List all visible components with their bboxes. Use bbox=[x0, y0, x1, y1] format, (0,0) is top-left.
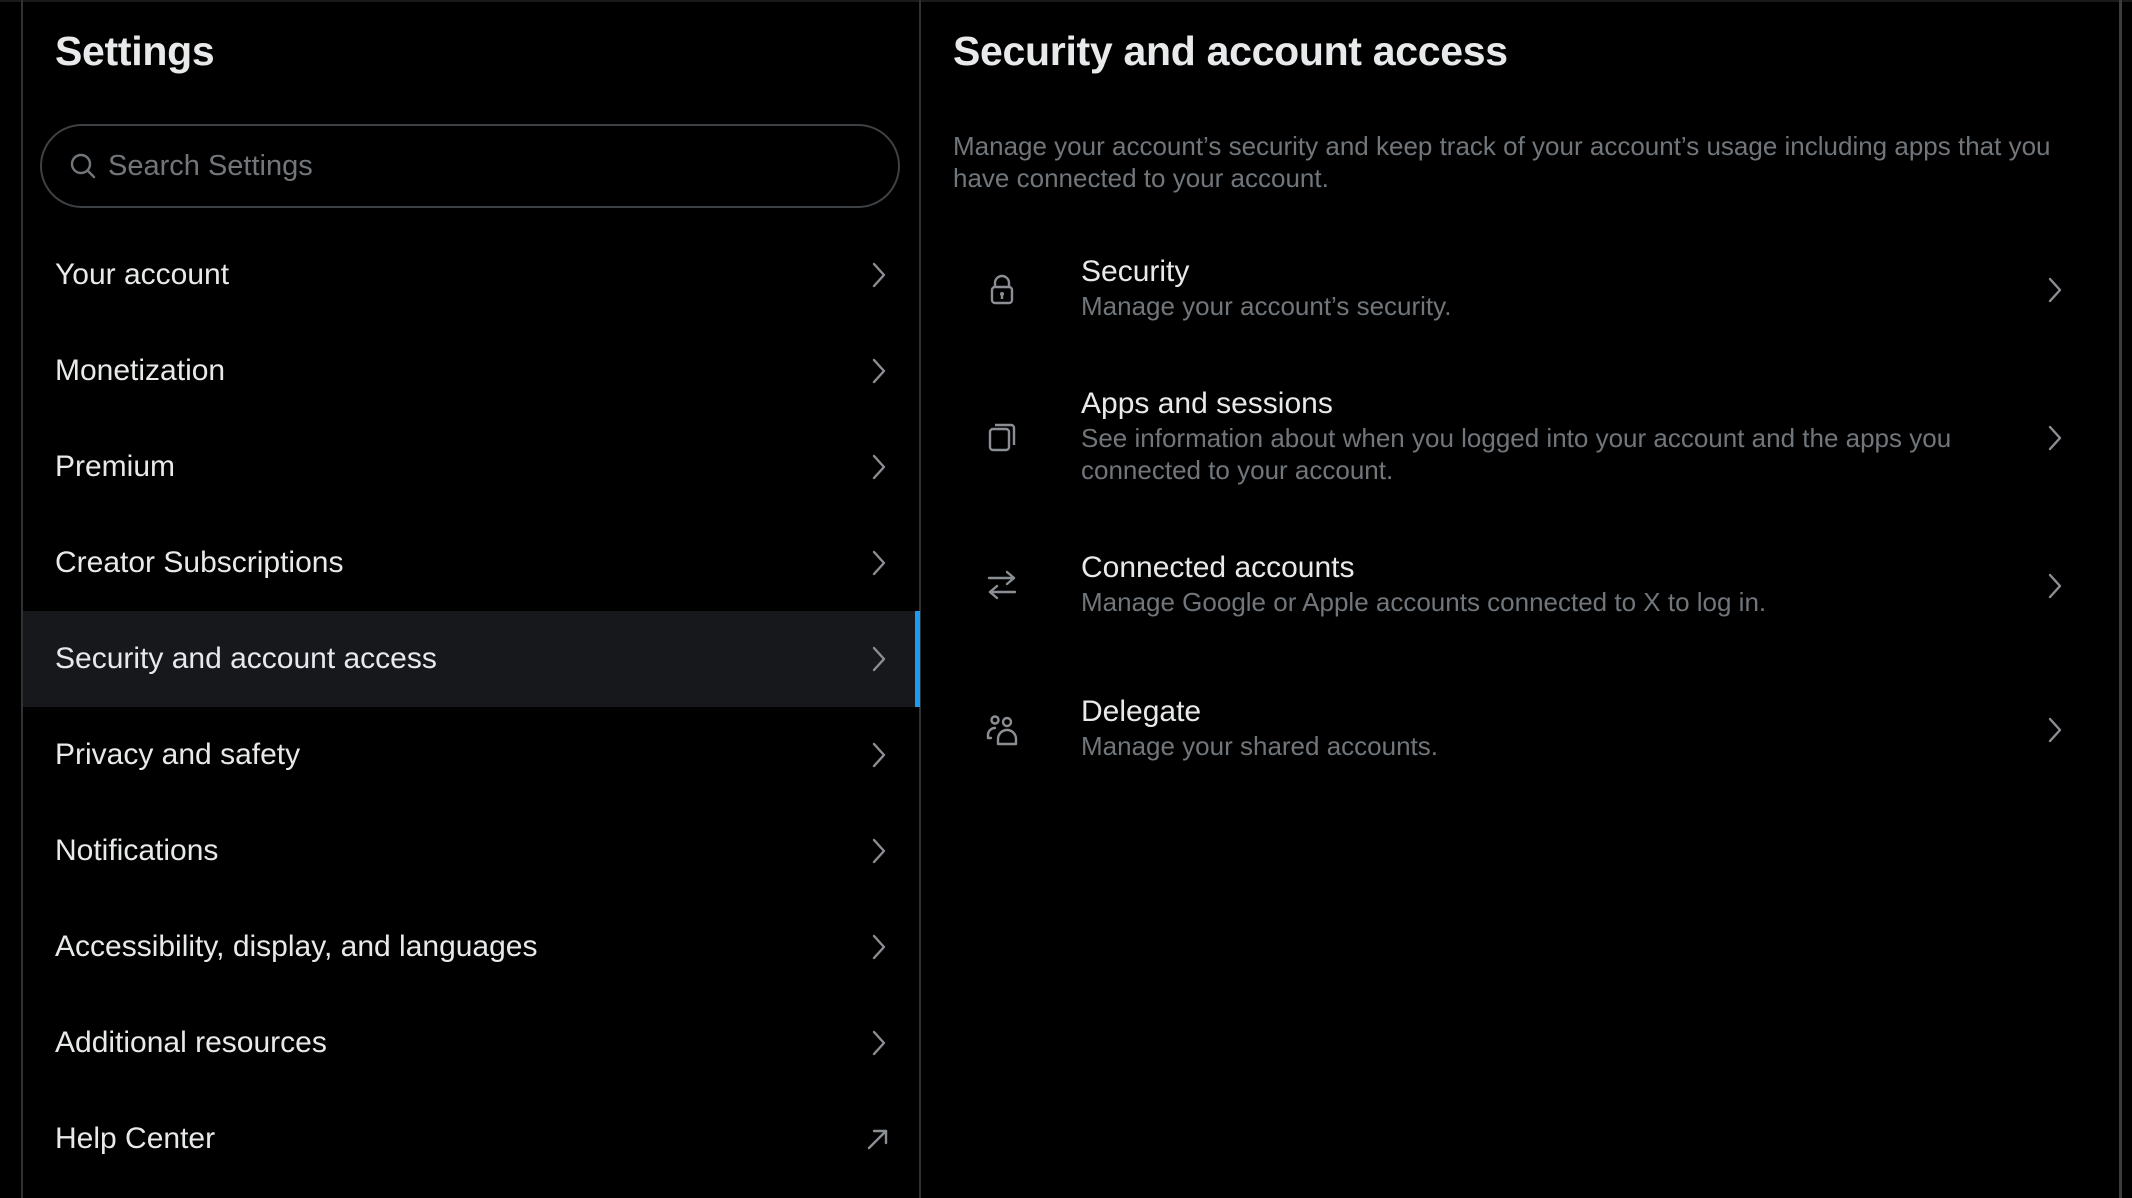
page-description: Manage your account’s security and keep … bbox=[953, 131, 2051, 193]
option-subtitle: Manage your account’s security. bbox=[1081, 291, 1452, 321]
chevron-right-icon bbox=[2048, 573, 2062, 599]
option-security[interactable]: Security Manage your account’s security. bbox=[921, 250, 2119, 330]
chevron-right-icon bbox=[872, 838, 886, 864]
option-title: Security bbox=[1081, 255, 1190, 288]
settings-nav: Your account Monetization Premium Creato… bbox=[23, 227, 920, 1187]
sidebar-item-security-and-account-access[interactable]: Security and account access bbox=[23, 611, 920, 707]
chevron-right-icon bbox=[872, 742, 886, 768]
search-icon bbox=[68, 151, 98, 181]
option-delegate[interactable]: Delegate Manage your shared accounts. bbox=[921, 690, 2119, 770]
chevron-right-icon bbox=[872, 454, 886, 480]
sidebar-item-monetization[interactable]: Monetization bbox=[23, 323, 919, 419]
settings-sidebar: Settings Your account Monetization Premi… bbox=[23, 0, 920, 1198]
sidebar-item-label: Monetization bbox=[55, 354, 226, 387]
chevron-right-icon bbox=[872, 358, 886, 384]
sidebar-item-premium[interactable]: Premium bbox=[23, 419, 919, 515]
chevron-right-icon bbox=[872, 262, 886, 288]
page-title: Security and account access bbox=[953, 28, 1508, 74]
chevron-right-icon bbox=[2048, 425, 2062, 451]
sidebar-title: Settings bbox=[55, 28, 215, 74]
option-title: Apps and sessions bbox=[1081, 387, 1333, 420]
chevron-right-icon bbox=[872, 646, 886, 672]
chevron-right-icon bbox=[872, 550, 886, 576]
sidebar-item-label: Your account bbox=[55, 258, 230, 291]
sidebar-item-label: Notifications bbox=[55, 834, 219, 867]
chevron-right-icon bbox=[2048, 277, 2062, 303]
lock-icon bbox=[990, 274, 1014, 305]
sidebar-item-label: Help Center bbox=[55, 1122, 216, 1155]
chevron-right-icon bbox=[2048, 717, 2062, 743]
people-icon bbox=[986, 715, 1018, 746]
sidebar-item-label: Premium bbox=[55, 450, 176, 483]
option-connected-accounts[interactable]: Connected accounts Manage Google or Appl… bbox=[921, 546, 2119, 626]
sidebar-item-label: Additional resources bbox=[55, 1026, 327, 1059]
sidebar-item-help-center[interactable]: Help Center bbox=[23, 1091, 919, 1187]
sidebar-item-label: Privacy and safety bbox=[55, 738, 301, 771]
search-input[interactable] bbox=[106, 148, 870, 184]
sidebar-item-notifications[interactable]: Notifications bbox=[23, 803, 919, 899]
option-subtitle: Manage Google or Apple accounts connecte… bbox=[1081, 587, 1767, 617]
sidebar-item-label: Accessibility, display, and languages bbox=[55, 930, 538, 963]
sidebar-item-privacy-and-safety[interactable]: Privacy and safety bbox=[23, 707, 919, 803]
sidebar-item-your-account[interactable]: Your account bbox=[23, 227, 919, 323]
search-settings-field[interactable] bbox=[40, 124, 900, 208]
option-title: Connected accounts bbox=[1081, 551, 1355, 584]
chevron-right-icon bbox=[872, 934, 886, 960]
option-subtitle: Manage your shared accounts. bbox=[1081, 731, 1438, 761]
main-panel: Security and account access Manage your … bbox=[921, 0, 2119, 1198]
sidebar-item-label: Creator Subscriptions bbox=[55, 546, 344, 579]
sidebar-item-additional-resources[interactable]: Additional resources bbox=[23, 995, 919, 1091]
external-link-arrow-icon bbox=[867, 1129, 888, 1150]
sidebar-item-accessibility-display-languages[interactable]: Accessibility, display, and languages bbox=[23, 899, 919, 995]
apps-stack-icon bbox=[988, 423, 1016, 452]
right-border bbox=[2119, 0, 2122, 1198]
option-title: Delegate bbox=[1081, 695, 1202, 728]
option-subtitle: See information about when you logged in… bbox=[1081, 423, 1952, 485]
swap-arrows-icon bbox=[987, 570, 1017, 600]
option-apps-and-sessions[interactable]: Apps and sessions See information about … bbox=[921, 382, 2119, 494]
chevron-right-icon bbox=[872, 1030, 886, 1056]
sidebar-item-creator-subscriptions[interactable]: Creator Subscriptions bbox=[23, 515, 919, 611]
sidebar-item-label: Security and account access bbox=[55, 642, 437, 675]
